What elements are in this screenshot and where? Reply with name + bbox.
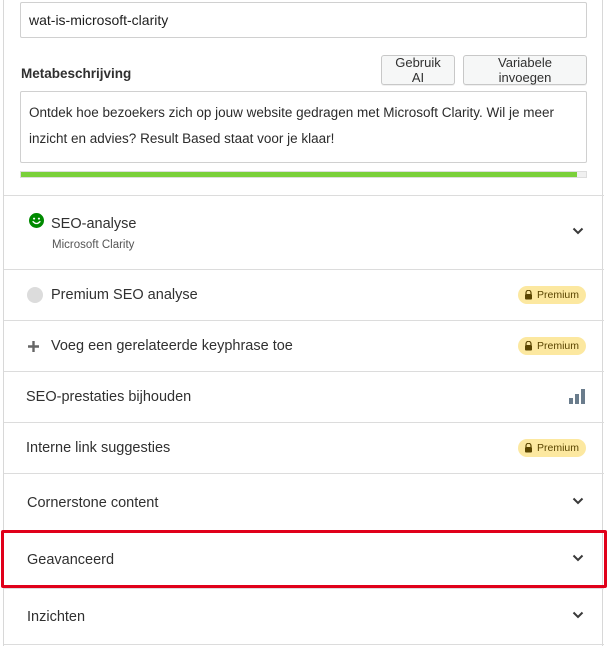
progress-fill — [21, 172, 577, 177]
premium-seo-analysis-section[interactable]: Premium SEO analyse Premium — [4, 269, 604, 320]
premium-badge-label: Premium — [536, 289, 579, 301]
chevron-down-icon — [571, 224, 585, 238]
advanced-section[interactable]: Geavanceerd — [4, 531, 604, 588]
chevron-down-icon — [571, 608, 585, 622]
premium-seo-analysis-title: Premium SEO analyse — [51, 287, 198, 303]
chevron-down-icon — [571, 494, 585, 508]
cornerstone-content-section[interactable]: Cornerstone content — [4, 473, 604, 531]
chevron-down-icon — [571, 551, 585, 565]
seo-performance-section[interactable]: SEO-prestaties bijhouden — [4, 371, 604, 422]
slug-input[interactable] — [20, 2, 587, 38]
internal-link-suggestions-title: Interne link suggesties — [26, 440, 171, 456]
seo-performance-title: SEO-prestaties bijhouden — [26, 389, 192, 405]
plus-icon — [28, 340, 39, 352]
meta-length-progress — [20, 171, 587, 178]
internal-link-suggestions-section[interactable]: Interne link suggesties Premium — [4, 422, 604, 473]
premium-badge-label: Premium — [536, 340, 579, 352]
premium-badge: Premium — [517, 286, 586, 304]
seo-analysis-keyphrase: Microsoft Clarity — [52, 239, 135, 251]
advanced-title: Geavanceerd — [27, 552, 115, 568]
lock-icon — [524, 443, 532, 453]
related-keyphrase-title: Voeg een gerelateerde keyphrase toe — [51, 338, 293, 354]
premium-badge: Premium — [517, 337, 586, 355]
meta-description-field[interactable]: Ontdek hoe bezoekers zich op jouw websit… — [20, 91, 587, 163]
use-ai-button[interactable]: Gebruik AI — [381, 55, 455, 85]
seo-analysis-section[interactable]: SEO-analyse Microsoft Clarity — [4, 195, 604, 269]
lock-icon — [524, 341, 532, 351]
seo-analysis-title: SEO-analyse — [51, 216, 137, 232]
meta-description-label: Metabeschrijving — [21, 66, 132, 81]
bar-chart-icon — [569, 389, 585, 404]
status-dot-icon — [27, 287, 43, 303]
premium-badge-label: Premium — [536, 442, 579, 454]
insert-variable-button[interactable]: Variabele invoegen — [463, 55, 587, 85]
smiley-icon — [29, 213, 44, 228]
insights-section[interactable]: Inzichten — [4, 588, 604, 645]
insights-title: Inzichten — [27, 608, 86, 625]
yoast-seo-panel: Metabeschrijving Gebruik AI Variabele in… — [3, 0, 604, 646]
premium-badge: Premium — [517, 439, 586, 457]
related-keyphrase-section[interactable]: Voeg een gerelateerde keyphrase toe Prem… — [4, 320, 604, 371]
cornerstone-content-title: Cornerstone content — [27, 494, 159, 511]
lock-icon — [524, 290, 532, 300]
